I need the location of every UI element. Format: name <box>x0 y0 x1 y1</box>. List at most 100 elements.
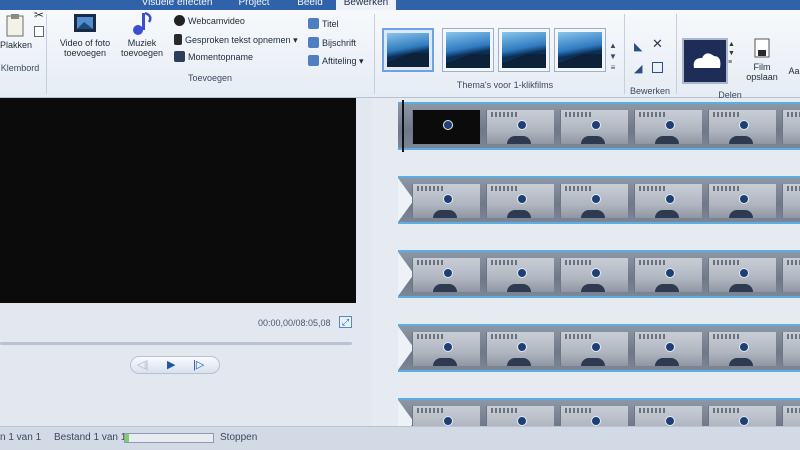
clip-thumbnail[interactable] <box>486 332 554 366</box>
thumbnail-hill <box>655 358 679 366</box>
rotate-left-icon[interactable]: ◣ <box>634 40 642 53</box>
thumbnail-texture <box>639 260 665 265</box>
clip-thumbnail[interactable] <box>708 110 776 144</box>
clip-thumbnail[interactable] <box>782 332 800 366</box>
clip-strip[interactable] <box>398 102 800 150</box>
fullscreen-button[interactable]: ⤢ <box>339 316 352 328</box>
add-video-photo-button[interactable]: Video of foto toevoegen <box>52 10 118 58</box>
thumbnail-hill <box>507 136 531 144</box>
record-narration-button[interactable]: Gesproken tekst opnemen ▾ <box>174 34 298 46</box>
tab-visual-effects[interactable]: Visuele effecten <box>138 0 216 10</box>
clip-thumbnail[interactable] <box>560 258 628 292</box>
clock-icon <box>443 342 453 352</box>
seek-bar[interactable] <box>0 342 352 345</box>
clipboard-group-label: Klembord <box>0 63 40 73</box>
credits-button[interactable]: Aftiteling ▾ <box>308 55 364 67</box>
item-count: n 1 van 1 <box>0 432 42 443</box>
save-movie-icon <box>754 38 770 58</box>
tab-project[interactable]: Project <box>226 0 282 10</box>
preview-pane: 00:00,00/08:05,08 ⤢ ◁| ▶ |▷ <box>0 98 372 426</box>
thumbnail-hill <box>581 136 605 144</box>
clip-thumbnail[interactable] <box>634 110 702 144</box>
themes-gallery-scroll[interactable]: ▲ ▼ ≡ <box>606 40 620 73</box>
thumbnail-texture <box>417 334 443 339</box>
clip-thumbnail[interactable] <box>412 258 480 292</box>
stop-button[interactable]: Stoppen <box>220 432 257 443</box>
separator <box>374 14 375 94</box>
theme-thumbnail[interactable] <box>554 28 606 72</box>
clip-thumbnail[interactable] <box>634 184 702 218</box>
themes-group-label: Thema's voor 1-klikfilms <box>456 80 554 90</box>
playhead[interactable] <box>402 100 404 152</box>
clip-thumbnail[interactable] <box>634 332 702 366</box>
clip-thumbnail[interactable] <box>560 110 628 144</box>
credits-label: Aftiteling <box>322 56 357 66</box>
clip-thumbnail[interactable] <box>708 184 776 218</box>
thumbnail-hill <box>729 210 753 218</box>
theme-thumbnail[interactable] <box>498 28 550 72</box>
clip-thumbnail[interactable] <box>486 258 554 292</box>
clip-thumbnail[interactable] <box>708 332 776 366</box>
add-video-photo-label-2: toevoegen <box>63 48 107 58</box>
clock-icon <box>665 194 675 204</box>
clip-thumbnail[interactable] <box>412 110 480 144</box>
clip-thumbnail[interactable] <box>412 332 480 366</box>
add-group-label: Toevoegen <box>187 73 233 83</box>
tab-edit[interactable]: Bewerken <box>336 0 396 10</box>
clock-icon <box>517 120 527 130</box>
thumbnail-texture <box>787 334 800 339</box>
thumbnail-texture <box>639 186 665 191</box>
share-gallery-scroll[interactable]: ▲ ▼ ≡ <box>728 40 735 67</box>
webcam-video-button[interactable]: Webcamvideo <box>174 15 245 27</box>
clock-icon <box>443 268 453 278</box>
previous-frame-icon[interactable]: ◁| <box>137 358 148 372</box>
tab-view[interactable]: Beeld <box>290 0 330 10</box>
clip-strip[interactable] <box>398 176 800 224</box>
clip-thumbnail[interactable] <box>782 258 800 292</box>
paste-button[interactable]: Plakken <box>0 14 33 50</box>
title-button[interactable]: Titel <box>308 18 339 30</box>
video-preview[interactable] <box>0 98 356 303</box>
clip-thumbnail[interactable] <box>782 110 800 144</box>
clock-icon <box>517 416 527 426</box>
clip-strip[interactable] <box>398 250 800 298</box>
clip-thumbnail[interactable] <box>412 184 480 218</box>
clip-thumbnail[interactable] <box>486 184 554 218</box>
clock-icon <box>591 268 601 278</box>
add-music-button[interactable]: Muziek toevoegen <box>114 10 170 58</box>
storyboard <box>372 98 800 446</box>
thumbnail-texture <box>713 112 739 117</box>
snapshot-button[interactable]: Momentopname <box>174 51 253 63</box>
paste-icon <box>6 14 24 37</box>
select-all-icon[interactable] <box>652 62 663 73</box>
caption-button[interactable]: Bijschrift <box>308 37 356 49</box>
cut-icon[interactable]: ✂ <box>34 8 44 22</box>
thumbnail-texture <box>639 334 665 339</box>
rotate-right-icon[interactable]: ◢ <box>634 62 642 75</box>
clip-thumbnail[interactable] <box>782 184 800 218</box>
paste-label: Plakken <box>0 40 33 50</box>
clock-icon <box>591 194 601 204</box>
theme-thumbnail[interactable] <box>442 28 494 72</box>
next-frame-icon[interactable]: |▷ <box>193 358 204 372</box>
play-icon[interactable]: ▶ <box>167 358 175 372</box>
import-progress-bar <box>124 433 214 443</box>
clip-thumbnail[interactable] <box>634 258 702 292</box>
clock-icon <box>443 120 453 130</box>
onedrive-share-button[interactable] <box>682 38 728 84</box>
clip-thumbnail[interactable] <box>708 258 776 292</box>
save-movie-button[interactable]: Film opslaan <box>738 38 786 82</box>
webcam-icon <box>174 15 185 26</box>
clip-strip[interactable] <box>398 324 800 372</box>
clock-icon <box>739 120 749 130</box>
more-button[interactable]: Aa <box>786 66 800 76</box>
clock-icon <box>591 342 601 352</box>
thumbnail-texture <box>565 260 591 265</box>
clip-thumbnail[interactable] <box>560 184 628 218</box>
thumbnail-hill <box>507 358 531 366</box>
clip-thumbnail[interactable] <box>486 110 554 144</box>
copy-icon[interactable] <box>34 26 44 37</box>
clip-thumbnail[interactable] <box>560 332 628 366</box>
delete-icon[interactable]: ✕ <box>652 36 663 52</box>
theme-thumbnail[interactable] <box>382 28 434 72</box>
